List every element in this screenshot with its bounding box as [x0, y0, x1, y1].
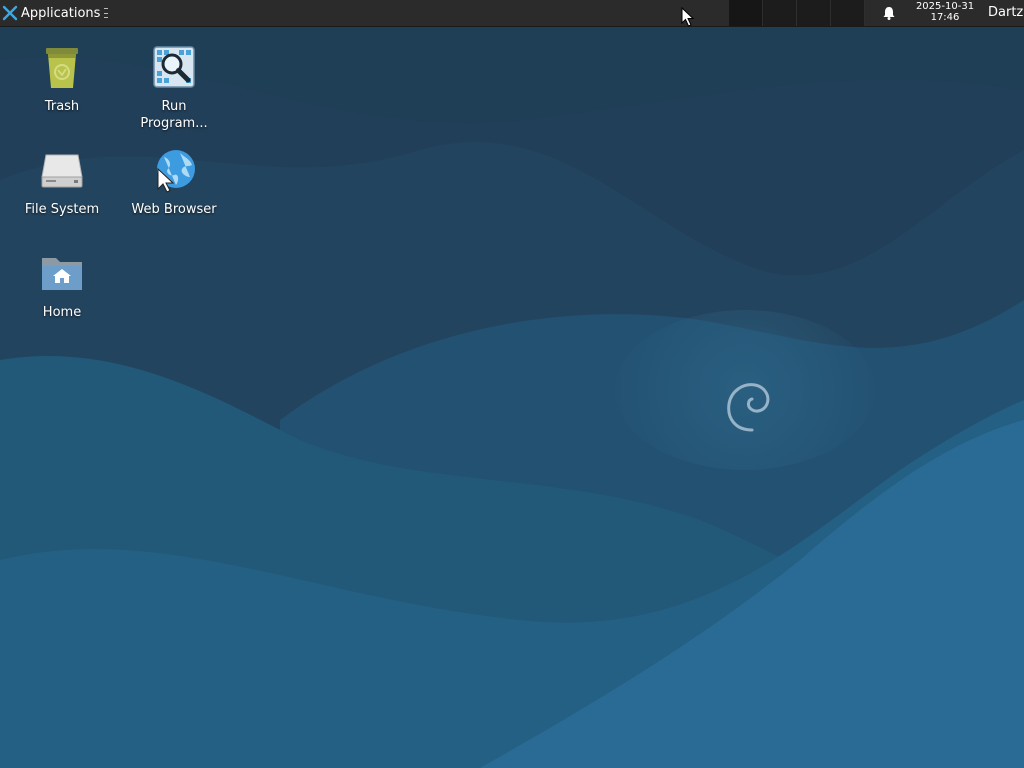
- desktop-icon-file-system[interactable]: File System: [7, 147, 117, 218]
- desktop-icon-label: Trash: [44, 99, 80, 114]
- notification-bell-icon[interactable]: [881, 5, 897, 21]
- workspace-switcher: [729, 0, 869, 26]
- drive-icon: [41, 154, 83, 188]
- home-folder-icon: [42, 258, 82, 290]
- trash-icon: [46, 48, 78, 88]
- user-menu-button[interactable]: Dartz: [988, 0, 1023, 26]
- applications-menu-button[interactable]: Applications: [0, 0, 112, 26]
- desktop-icon-run-program[interactable]: Run Program...: [119, 44, 229, 132]
- top-panel: Applications 2025-10-31 17:46 Dartz: [0, 0, 1024, 27]
- clock-date: 2025-10-31: [915, 1, 975, 12]
- applications-label: Applications: [21, 5, 101, 21]
- workspace-1[interactable]: [729, 0, 763, 26]
- panel-handle-icon[interactable]: [104, 8, 109, 18]
- desktop-icon-web-browser[interactable]: Web Browser: [119, 147, 229, 218]
- panel-clock[interactable]: 2025-10-31 17:46: [908, 1, 982, 23]
- desktop-icon-label: Home: [42, 305, 82, 320]
- desktop-icon-label: Web Browser: [131, 202, 217, 217]
- globe-icon: [157, 150, 195, 193]
- workspace-4[interactable]: [831, 0, 865, 26]
- xfce-logo-icon: [2, 5, 18, 21]
- desktop-icon-trash[interactable]: Trash: [7, 44, 117, 115]
- mouse-pointer-icon: [681, 7, 695, 27]
- workspace-3[interactable]: [797, 0, 831, 26]
- desktop-icon-label: Run Program...: [140, 99, 208, 131]
- desktop-icon-home[interactable]: Home: [7, 250, 117, 321]
- clock-time: 17:46: [930, 12, 960, 23]
- run-program-icon: [153, 46, 195, 88]
- desktop-icon-label: File System: [24, 202, 100, 217]
- workspace-2[interactable]: [763, 0, 797, 26]
